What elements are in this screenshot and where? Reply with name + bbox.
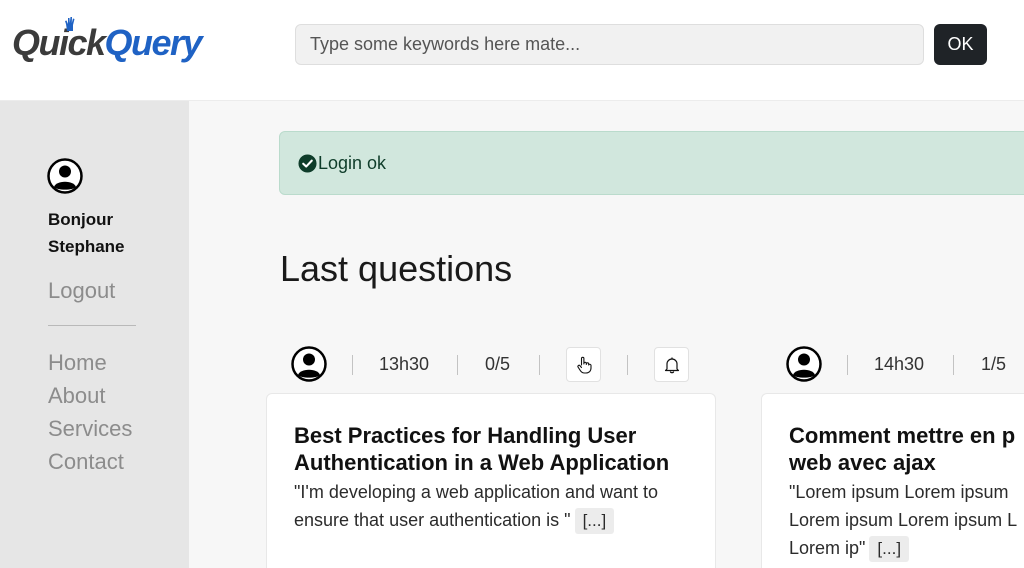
login-success-alert: Login ok (279, 131, 1024, 195)
meta-separator (627, 355, 628, 375)
sidebar-divider (48, 325, 136, 326)
hand-icon (65, 17, 75, 31)
alert-text: Login ok (318, 153, 387, 173)
quickquery-logo[interactable]: QuickQuery (12, 17, 203, 64)
notify-button[interactable] (654, 347, 689, 382)
meta-separator (457, 355, 458, 375)
question-excerpt: "I'm developing a web application and wa… (294, 478, 689, 534)
bell-icon (664, 357, 679, 373)
question-score: 1/5 (981, 354, 1007, 374)
check-circle-icon (298, 154, 317, 173)
greeting-username: Stephane (48, 237, 125, 256)
section-title: Last questions (280, 248, 513, 289)
logout-link[interactable]: Logout (48, 278, 115, 304)
author-avatar-icon (786, 346, 822, 382)
user-avatar-icon (47, 158, 83, 194)
logo-query: Query (104, 22, 203, 63)
question-meta-row: 13h30 0/5 (291, 346, 691, 384)
hand-pointer-icon (576, 356, 592, 374)
sidebar: Bonjour Stephane Logout Home About Servi… (0, 101, 189, 568)
meta-separator (352, 355, 353, 375)
question-card[interactable]: Best Practices for Handling User Authent… (266, 393, 716, 568)
question-meta-row: 14h30 1/5 (786, 346, 1024, 384)
greeting: Bonjour Stephane (48, 206, 125, 260)
nav-about[interactable]: About (48, 379, 132, 412)
question-time: 14h30 (874, 354, 925, 374)
sidebar-nav: Home About Services Contact (48, 346, 132, 478)
question-card-content: Comment mettre en p web avec ajax "Lorem… (789, 422, 1024, 562)
meta-separator (953, 355, 954, 375)
nav-contact[interactable]: Contact (48, 445, 132, 478)
question-time: 13h30 (379, 354, 430, 374)
question-title[interactable]: Best Practices for Handling User Authent… (294, 422, 689, 476)
logo-quick: Quick (12, 22, 106, 63)
search-input[interactable] (295, 24, 924, 65)
question-title[interactable]: Comment mettre en p web avec ajax (789, 422, 1024, 476)
search-ok-button[interactable]: OK (934, 24, 987, 65)
read-more-button[interactable]: [...] (869, 536, 910, 562)
vote-button[interactable] (566, 347, 601, 382)
question-score: 0/5 (485, 354, 511, 374)
top-header: QuickQuery OK (0, 0, 1024, 101)
nav-home[interactable]: Home (48, 346, 132, 379)
meta-separator (847, 355, 848, 375)
greeting-line1: Bonjour (48, 210, 114, 229)
meta-separator (539, 355, 540, 375)
nav-services[interactable]: Services (48, 412, 132, 445)
author-avatar-icon (291, 346, 327, 382)
question-excerpt: "Lorem ipsum Lorem ipsum Lorem ipsum Lor… (789, 478, 1024, 562)
question-card[interactable]: Comment mettre en p web avec ajax "Lorem… (761, 393, 1024, 568)
read-more-button[interactable]: [...] (574, 508, 615, 534)
